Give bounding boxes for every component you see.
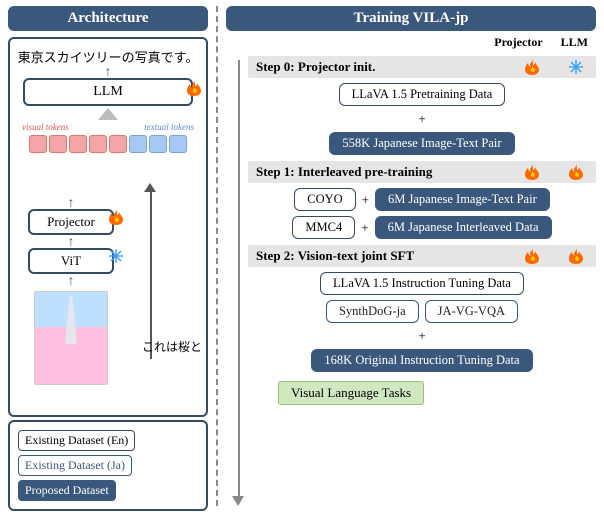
fire-icon [568,164,584,180]
arrow-up-icon: ↑ [28,277,114,287]
output-text: 東京スカイツリーの写真です。 [16,47,200,66]
legend-box: Existing Dataset (En) Existing Dataset (… [8,420,208,511]
projector-block: Projector [28,209,114,235]
fire-icon [568,248,584,264]
fire-icon [186,80,202,96]
visual-tokens-label: visual tokens [22,122,69,132]
text-token [169,135,187,153]
input-image [34,291,108,385]
arrow-up-icon: ↑ [16,68,200,78]
dataset-6m-jp-pair: 6M Japanese Image-Text Pair [375,188,550,211]
fire-icon [524,59,540,75]
llm-block: LLM [23,78,193,106]
legend-proposed: Proposed Dataset [18,480,116,501]
snowflake-icon [568,59,584,75]
step2-header: Step 2: Vision-text joint SFT [248,245,596,267]
input-text: これは桜と [142,338,202,355]
training-flow-line [238,60,240,500]
column-llm: LLM [561,35,588,50]
dataset-558k-jp-pair: 558K Japanese Image-Text Pair [329,132,514,155]
visual-token [49,135,67,153]
architecture-diagram: 東京スカイツリーの写真です。 ↑ LLM visual tokens textu… [8,37,208,417]
dataset-168k-original-instruct: 168K Original Instruction Tuning Data [311,349,532,372]
textual-tokens-label: textual tokens [144,122,194,132]
dataset-synthdog-ja: SynthDoG-ja [326,300,419,323]
panel-divider [216,6,218,506]
fire-icon [524,248,540,264]
column-projector: Projector [494,35,542,50]
legend-existing-ja: Existing Dataset (Ja) [18,455,132,476]
dataset-mmc4: MMC4 [292,216,355,239]
arrow-up-big-icon [98,108,118,120]
visual-language-tasks: Visual Language Tasks [278,381,424,405]
dataset-coyo: COYO [294,188,355,211]
dataset-ja-vg-vqa: JA-VG-VQA [425,300,518,323]
arrow-up-icon: ↑ [28,238,114,248]
legend-existing-en: Existing Dataset (En) [18,430,135,451]
training-title: Training VILA-jp [226,6,596,31]
arrow-down-icon [232,496,244,506]
step0-header: Step 0: Projector init. [248,56,596,78]
fire-icon [524,164,540,180]
dataset-llava-instruct: LLaVA 1.5 Instruction Tuning Data [320,272,524,295]
dataset-6m-jp-interleaved: 6M Japanese Interleaved Data [375,216,552,239]
text-token [149,135,167,153]
snowflake-icon [108,248,124,264]
arrow-up-icon [144,183,156,192]
visual-token [69,135,87,153]
arrow-up-icon: ↑ [28,199,114,209]
vit-block: ViT [28,248,114,274]
plus-icon: + [361,220,368,236]
token-row [16,135,200,153]
fire-icon [108,209,124,225]
text-token [129,135,147,153]
arrow-line [150,189,152,359]
visual-token [109,135,127,153]
step1-header: Step 1: Interleaved pre-training [248,161,596,183]
architecture-title: Architecture [8,6,208,31]
plus-icon: + [418,328,425,344]
dataset-llava-pretrain: LLaVA 1.5 Pretraining Data [339,83,506,106]
plus-icon: + [362,192,369,208]
visual-token [89,135,107,153]
plus-icon: + [418,111,425,127]
visual-token [29,135,47,153]
